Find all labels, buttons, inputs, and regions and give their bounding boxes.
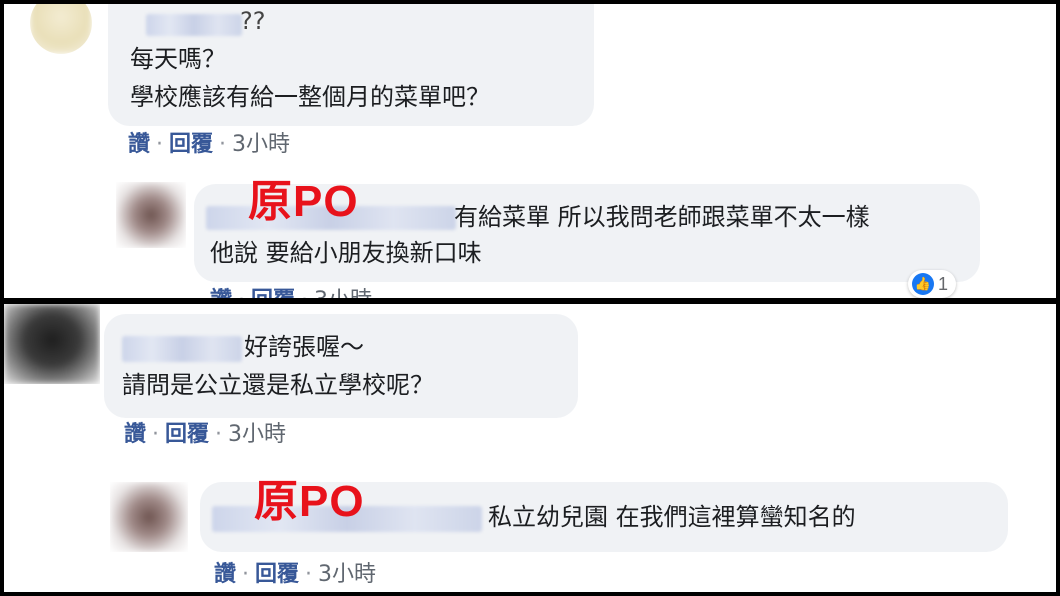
reaction-count: 1 (938, 273, 949, 294)
commenter-avatar[interactable] (30, 4, 92, 54)
reaction-summary[interactable]: 👍 1 (908, 270, 957, 298)
reply-avatar[interactable] (110, 482, 188, 552)
commenter-name[interactable] (146, 14, 242, 36)
comment-actions: 讚 · 回覆 · 3小時 (128, 132, 290, 158)
comment-name-suffix: 好誇張喔～ (244, 333, 364, 361)
commenter-avatar[interactable] (4, 304, 100, 384)
comment-actions: 讚 · 回覆 · 3小時 (124, 422, 286, 448)
like-link[interactable]: 讚 (210, 288, 232, 298)
timestamp[interactable]: 3小時 (228, 422, 286, 447)
separator: · (215, 422, 223, 447)
separator: · (152, 422, 160, 447)
commenter-name[interactable] (122, 336, 242, 362)
top-screenshot-panel: ?? 每天嗎？ 學校應該有給一整個月的菜單吧？ 讚 · 回覆 · 3小時 原PO 有給菜… (4, 4, 1056, 298)
reply-avatar[interactable] (116, 182, 186, 248)
bottom-screenshot-panel: 好誇張喔～ 請問是公立還是私立學校呢？ 讚 · 回覆 · 3小時 原PO 私立幼兒園 在… (4, 304, 1056, 592)
reply-link[interactable]: 回覆 (165, 422, 209, 447)
reply-text: 私立幼兒園 在我們這裡算蠻知名的 (488, 503, 856, 531)
reply-bubble: 原PO 有給菜單 所以我問老師跟菜單不太一樣 他說 要給小朋友換新口味 (194, 178, 980, 282)
comment-text-line: 每天嗎？ (130, 45, 226, 73)
comment-text-line: 學校應該有給一整個月的菜單吧？ (130, 83, 490, 111)
like-icon: 👍 (912, 273, 934, 295)
like-link[interactable]: 讚 (124, 422, 146, 447)
comment-bubble: ?? 每天嗎？ 學校應該有給一整個月的菜單吧？ (108, 4, 594, 126)
separator: · (305, 562, 313, 587)
separator: · (232, 288, 251, 298)
separator: · (156, 132, 164, 157)
reply-actions: 讚·回覆·3小時 (210, 288, 372, 298)
original-poster-tag: 原PO (254, 477, 365, 526)
comment-text-line: 請問是公立還是私立學校呢？ (122, 371, 434, 399)
reply-actions: 讚·回覆·3小時 (214, 562, 376, 588)
timestamp[interactable]: 3小時 (314, 288, 372, 298)
reply-text-line: 他說 要給小朋友換新口味 (210, 239, 482, 267)
like-link[interactable]: 讚 (214, 562, 236, 587)
separator: · (219, 132, 227, 157)
like-link[interactable]: 讚 (128, 132, 150, 157)
comment-name-suffix: ?? (240, 7, 266, 35)
reply-link[interactable]: 回覆 (169, 132, 213, 157)
original-poster-tag: 原PO (248, 177, 359, 226)
reply-bubble: 原PO 私立幼兒園 在我們這裡算蠻知名的 (200, 478, 1008, 552)
timestamp[interactable]: 3小時 (232, 132, 290, 157)
separator: · (242, 562, 250, 587)
reply-link[interactable]: 回覆 (255, 562, 299, 587)
separator: · (295, 288, 314, 298)
reply-link[interactable]: 回覆 (251, 288, 295, 298)
timestamp[interactable]: 3小時 (318, 562, 376, 587)
comment-bubble: 好誇張喔～ 請問是公立還是私立學校呢？ (104, 314, 578, 418)
reply-text-line: 有給菜單 所以我問老師跟菜單不太一樣 (454, 203, 870, 231)
